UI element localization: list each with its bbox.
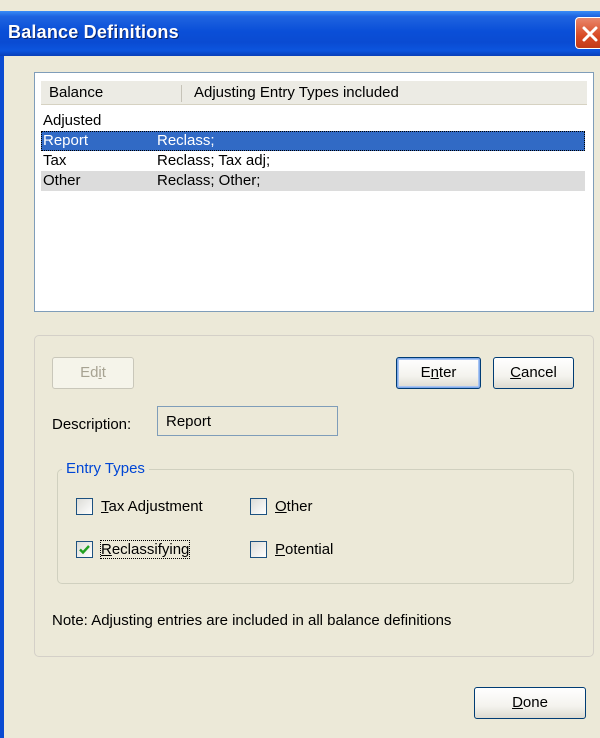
entry-types-included: Reclass;	[157, 132, 215, 149]
balance-list[interactable]: Balance Adjusting Entry Types included A…	[34, 72, 594, 312]
edit-button[interactable]: Edit	[52, 357, 134, 389]
reclassifying-label: Reclassifying	[99, 540, 191, 559]
reclassifying-checkbox[interactable]: Reclassifying	[76, 540, 211, 561]
checkbox-box[interactable]	[250, 498, 267, 515]
description-label: Description:	[52, 416, 132, 433]
balance-name: Adjusted	[43, 112, 102, 129]
close-icon	[582, 26, 598, 42]
potential-checkbox[interactable]: Potential	[250, 541, 350, 561]
list-item[interactable]: Other Reclass; Other;	[41, 171, 585, 191]
column-header-balance[interactable]: Balance	[49, 84, 103, 101]
title-bar[interactable]: Balance Definitions	[0, 11, 600, 56]
checkbox-box[interactable]	[76, 498, 93, 515]
tax-adjustment-label: Tax Adjustment	[101, 498, 203, 515]
window-frame-left	[0, 56, 4, 738]
list-item[interactable]: Adjusted	[41, 111, 585, 131]
entry-types-group	[57, 469, 574, 584]
balance-definitions-dialog: Balance Definitions Balance Adjusting En…	[0, 0, 600, 738]
cancel-button[interactable]: Cancel	[493, 357, 574, 389]
column-header-entry-types[interactable]: Adjusting Entry Types included	[194, 84, 399, 101]
list-header: Balance Adjusting Entry Types included	[35, 73, 593, 109]
entry-types-included: Reclass; Tax adj;	[157, 152, 271, 169]
description-value: Report	[166, 413, 212, 430]
list-item-selected[interactable]: Report Reclass;	[41, 131, 585, 151]
entry-types-included: Reclass; Other;	[157, 172, 261, 189]
description-field[interactable]: Report	[157, 406, 338, 436]
note-text: Note: Adjusting entries are included in …	[52, 612, 452, 629]
checkbox-box[interactable]	[76, 541, 93, 558]
column-separator[interactable]	[181, 85, 182, 102]
window-title: Balance Definitions	[8, 22, 179, 42]
close-button[interactable]	[575, 17, 600, 49]
balance-name: Other	[43, 172, 81, 189]
balance-name: Report	[43, 132, 89, 149]
other-checkbox[interactable]: Other	[250, 498, 330, 518]
checkmark-icon	[79, 545, 90, 555]
potential-label: Potential	[275, 541, 334, 558]
other-label: Other	[275, 498, 313, 515]
balance-name: Tax	[43, 152, 67, 169]
tax-adjustment-checkbox[interactable]: Tax Adjustment	[76, 498, 226, 518]
checkbox-box[interactable]	[250, 541, 267, 558]
entry-types-legend: Entry Types	[62, 460, 149, 477]
done-button[interactable]: Done	[474, 687, 586, 719]
list-item[interactable]: Tax Reclass; Tax adj;	[41, 151, 585, 171]
enter-button[interactable]: Enter	[396, 357, 481, 389]
